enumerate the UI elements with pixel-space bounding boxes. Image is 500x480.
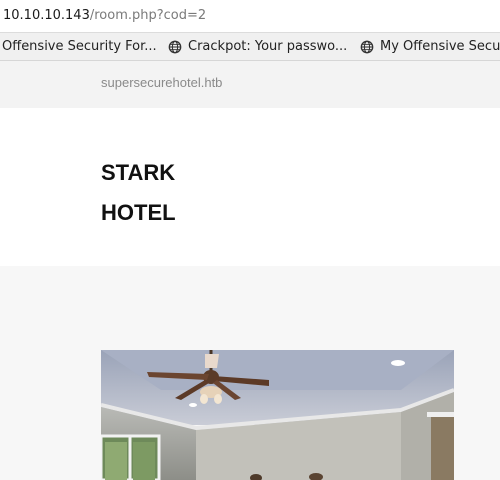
globe-icon [168, 40, 182, 53]
globe-icon [360, 40, 374, 53]
logo-line-1: STARK [101, 160, 176, 185]
bookmark-my-offensive-security[interactable]: My Offensive Secu [360, 39, 500, 54]
bookmark-label: Crackpot: Your passwo... [188, 39, 348, 54]
address-bar[interactable]: 10.10.10.143/room.php?cod=2 [0, 0, 500, 33]
url-text[interactable]: 10.10.10.143/room.php?cod=2 [3, 8, 206, 23]
bookmark-label: Offensive Security For... [2, 39, 157, 54]
site-logo[interactable]: STARK HOTEL [101, 153, 176, 233]
room-photo [101, 350, 454, 480]
logo-line-2: HOTEL [101, 200, 176, 225]
room-photo-illustration [101, 350, 454, 480]
site-header: STARK HOTEL [0, 108, 500, 266]
bookmark-crackpot[interactable]: Crackpot: Your passwo... [168, 39, 347, 54]
url-host: 10.10.10.143 [3, 8, 90, 23]
site-domain: supersecurehotel.htb [101, 75, 223, 90]
url-path: /room.php?cod=2 [89, 8, 207, 23]
bookmarks-toolbar: Offensive Security For... Crackpot: Your… [0, 33, 500, 61]
main-content [0, 266, 500, 480]
bookmark-label: My Offensive Secu [380, 39, 500, 54]
bookmark-offensive-security-forums[interactable]: Offensive Security For... [2, 39, 157, 54]
top-bar: supersecurehotel.htb [0, 61, 500, 108]
